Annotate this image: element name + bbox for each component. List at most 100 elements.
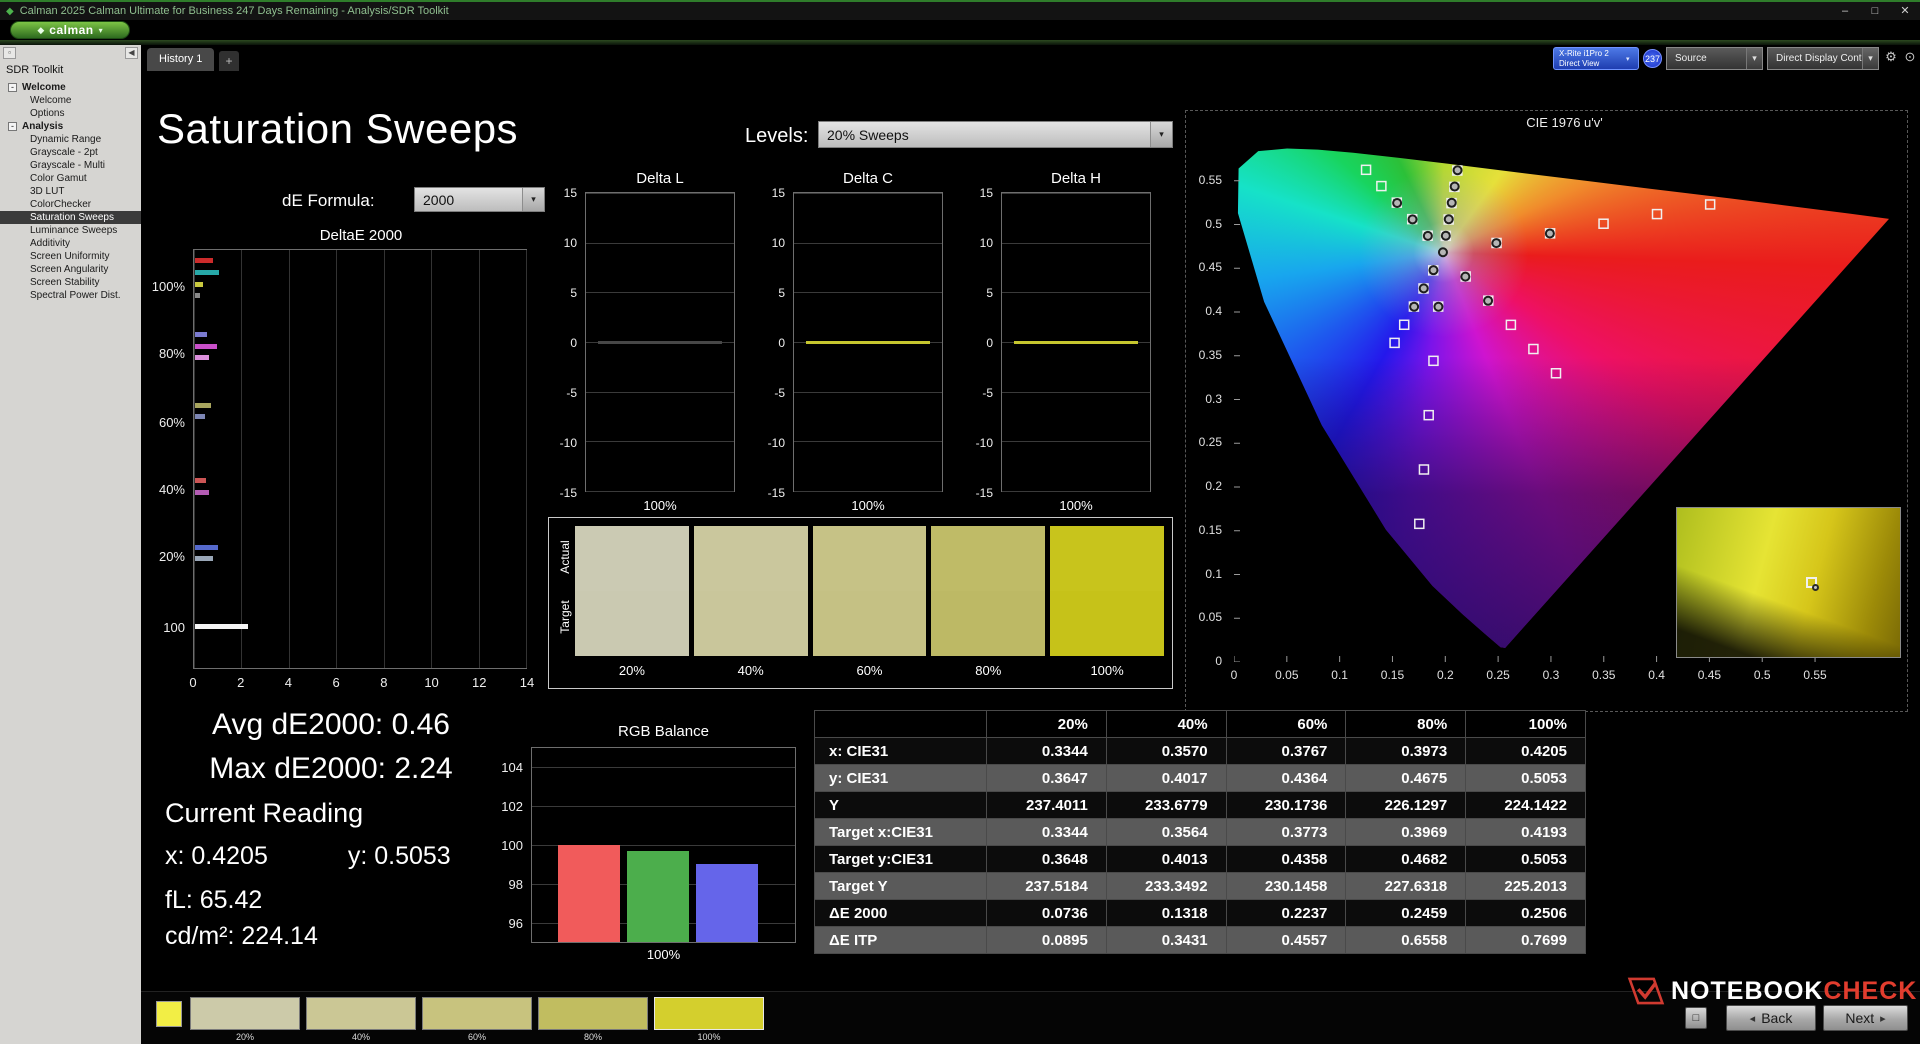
sidebar-item-luminance-sweeps[interactable]: Luminance Sweeps: [0, 224, 141, 237]
cie-target-square: [1398, 319, 1410, 331]
sidebar-item-spectral-power-dist-[interactable]: Spectral Power Dist.: [0, 289, 141, 302]
gear-icon[interactable]: ⚙: [1882, 48, 1900, 66]
deltae-bar: [195, 556, 214, 562]
axis-label: 0.5: [1753, 668, 1771, 682]
gridline: [794, 242, 942, 244]
patch-thumb-40%[interactable]: 40%: [306, 997, 416, 1042]
sidebar-item-colorchecker[interactable]: ColorChecker: [0, 198, 141, 211]
axis-label: 0.05: [1198, 610, 1222, 625]
sidebar-item-additivity[interactable]: Additivity: [0, 237, 141, 250]
sidebar-item-screen-stability[interactable]: Screen Stability: [0, 276, 141, 289]
swatch-column-40%: 40%: [693, 526, 808, 682]
table-row: ΔE ITP 0.0895 0.3431 0.4557 0.6558 0.7699: [814, 926, 1586, 954]
axis-label: -15: [559, 486, 577, 500]
cie-measurement-dot: [1449, 181, 1460, 192]
sidebar-item-saturation-sweeps[interactable]: Saturation Sweeps: [0, 211, 141, 224]
sidebar-item-welcome[interactable]: - Welcome: [0, 81, 141, 94]
axis-label: 0: [778, 336, 785, 350]
back-arrow-icon: ◂: [1749, 1012, 1756, 1025]
deltae-xlabels: 0 2 4 6 8 10 12 14: [189, 675, 534, 691]
meter-selector-button[interactable]: X-Rite i1Pro 2 Direct View ▾: [1553, 47, 1639, 70]
axis-label: 0.3: [1205, 391, 1222, 406]
source-dropdown-value: Source: [1675, 53, 1707, 64]
cie-measurement-dot: [1443, 214, 1454, 225]
sidebar-item-analysis[interactable]: - Analysis: [0, 120, 141, 133]
table-row: x: CIE31 0.3344 0.3570 0.3767 0.3973 0.4205: [814, 737, 1586, 765]
rgb-balance-title: RGB Balance: [618, 723, 709, 740]
axis-label: 14: [519, 675, 535, 690]
sidebar-item-label: Welcome: [30, 95, 72, 106]
axis-label: 10: [979, 235, 993, 250]
sidebar-item-screen-angularity[interactable]: Screen Angularity: [0, 263, 141, 276]
sidebar-item-3d-lut[interactable]: 3D LUT: [0, 185, 141, 198]
axis-label: 20%: [158, 549, 185, 565]
maximize-button[interactable]: □: [1860, 2, 1890, 20]
sidebar: ▫ ◀ SDR Toolkit - Welcome Welcome Options - A…: [0, 45, 141, 1044]
sidebar-item-screen-uniformity[interactable]: Screen Uniformity: [0, 250, 141, 263]
swatch-comparator: Actual Target 20% 40% 60% 80% 100%: [548, 517, 1173, 689]
calman-menu-button[interactable]: ◆ calman ▾: [10, 21, 130, 39]
tab-history-1[interactable]: History 1: [147, 48, 215, 71]
sidebar-item-label: Screen Uniformity: [30, 251, 110, 262]
window-mode-button[interactable]: □: [1685, 1007, 1707, 1029]
sidebar-item-dynamic-range[interactable]: Dynamic Range: [0, 133, 141, 146]
gridline: [383, 250, 385, 668]
swatch-label: 80%: [975, 663, 1002, 678]
gridline: [586, 292, 734, 294]
cell-value: 0.0736: [986, 899, 1107, 927]
deltae-bar: [195, 331, 208, 337]
tree-expander-icon[interactable]: -: [8, 83, 17, 92]
sidebar-item-grayscale-multi[interactable]: Grayscale - Multi: [0, 159, 141, 172]
cell-value: 0.2459: [1345, 899, 1467, 927]
power-icon[interactable]: ⊙: [1901, 48, 1919, 66]
notebookcheck-watermark: NOTEBOOKCHECK: [1627, 975, 1917, 1007]
meter-label: X-Rite i1Pro 2 Direct View: [1554, 49, 1626, 68]
next-button[interactable]: Next ▸: [1823, 1005, 1908, 1031]
levels-dropdown[interactable]: 20% Sweeps ▾: [818, 121, 1173, 148]
sidebar-item-options[interactable]: Options: [0, 107, 141, 120]
close-button[interactable]: ✕: [1890, 2, 1920, 20]
delta-l-title: Delta L: [636, 170, 684, 187]
deltae-ylabels: 100% 80% 60% 40% 20% 100: [151, 249, 189, 669]
sidebar-item-label: Dynamic Range: [30, 134, 102, 145]
deltae-bar: [195, 270, 220, 276]
minimize-button[interactable]: –: [1830, 2, 1860, 20]
sidebar-item-color-gamut[interactable]: Color Gamut: [0, 172, 141, 185]
current-patch-swatch[interactable]: [156, 1001, 182, 1027]
table-row: y: CIE31 0.3647 0.4017 0.4364 0.4675 0.5053: [814, 764, 1586, 792]
patch-thumb-100%[interactable]: 100%: [654, 997, 764, 1042]
cell-value: 0.5053: [1465, 764, 1586, 792]
cell-value: 0.6558: [1345, 926, 1467, 954]
de-formula-dropdown[interactable]: 2000 ▾: [414, 187, 545, 212]
source-dropdown[interactable]: Source ▾: [1666, 47, 1763, 70]
patch-thumb-60%[interactable]: 60%: [422, 997, 532, 1042]
axis-label: 80%: [158, 346, 185, 362]
patch-thumb-20%[interactable]: 20%: [190, 997, 300, 1042]
add-tab-button[interactable]: +: [219, 51, 239, 71]
tree-expander-icon[interactable]: -: [8, 122, 17, 131]
display-control-dropdown[interactable]: Direct Display Control ▾: [1767, 47, 1879, 70]
cie-measurement-dot: [1428, 265, 1439, 276]
cell-value: 225.2013: [1465, 872, 1586, 900]
collapse-sidebar-icon[interactable]: ◀: [125, 47, 138, 59]
delta-c-title: Delta C: [842, 170, 894, 187]
back-button[interactable]: ◂ Back: [1726, 1005, 1816, 1031]
table-row: ΔE 2000 0.0736 0.1318 0.2237 0.2459 0.2506: [814, 899, 1586, 927]
gridline: [586, 491, 734, 492]
row-label: y: CIE31: [814, 764, 987, 792]
delta-h-xlabel: 100%: [1059, 498, 1093, 513]
meter-count-badge: 237: [1643, 49, 1662, 68]
cell-value: 237.5184: [986, 872, 1107, 900]
cie-zoom-inset: [1676, 507, 1901, 658]
patch-thumb-80%[interactable]: 80%: [538, 997, 648, 1042]
axis-label: 0.1: [1205, 566, 1222, 581]
sidebar-item-grayscale-2pt[interactable]: Grayscale - 2pt: [0, 146, 141, 159]
cell-value: 0.4682: [1345, 845, 1467, 873]
deltae-bar: [195, 624, 249, 630]
sidebar-item-welcome[interactable]: Welcome: [0, 94, 141, 107]
sidebar-item-label: 3D LUT: [30, 186, 65, 197]
dock-icon[interactable]: ▫: [3, 47, 16, 59]
cell-value: 0.1318: [1105, 899, 1227, 927]
cie-measurement-dot: [1460, 271, 1471, 282]
rgb-bar-green: [627, 850, 689, 942]
